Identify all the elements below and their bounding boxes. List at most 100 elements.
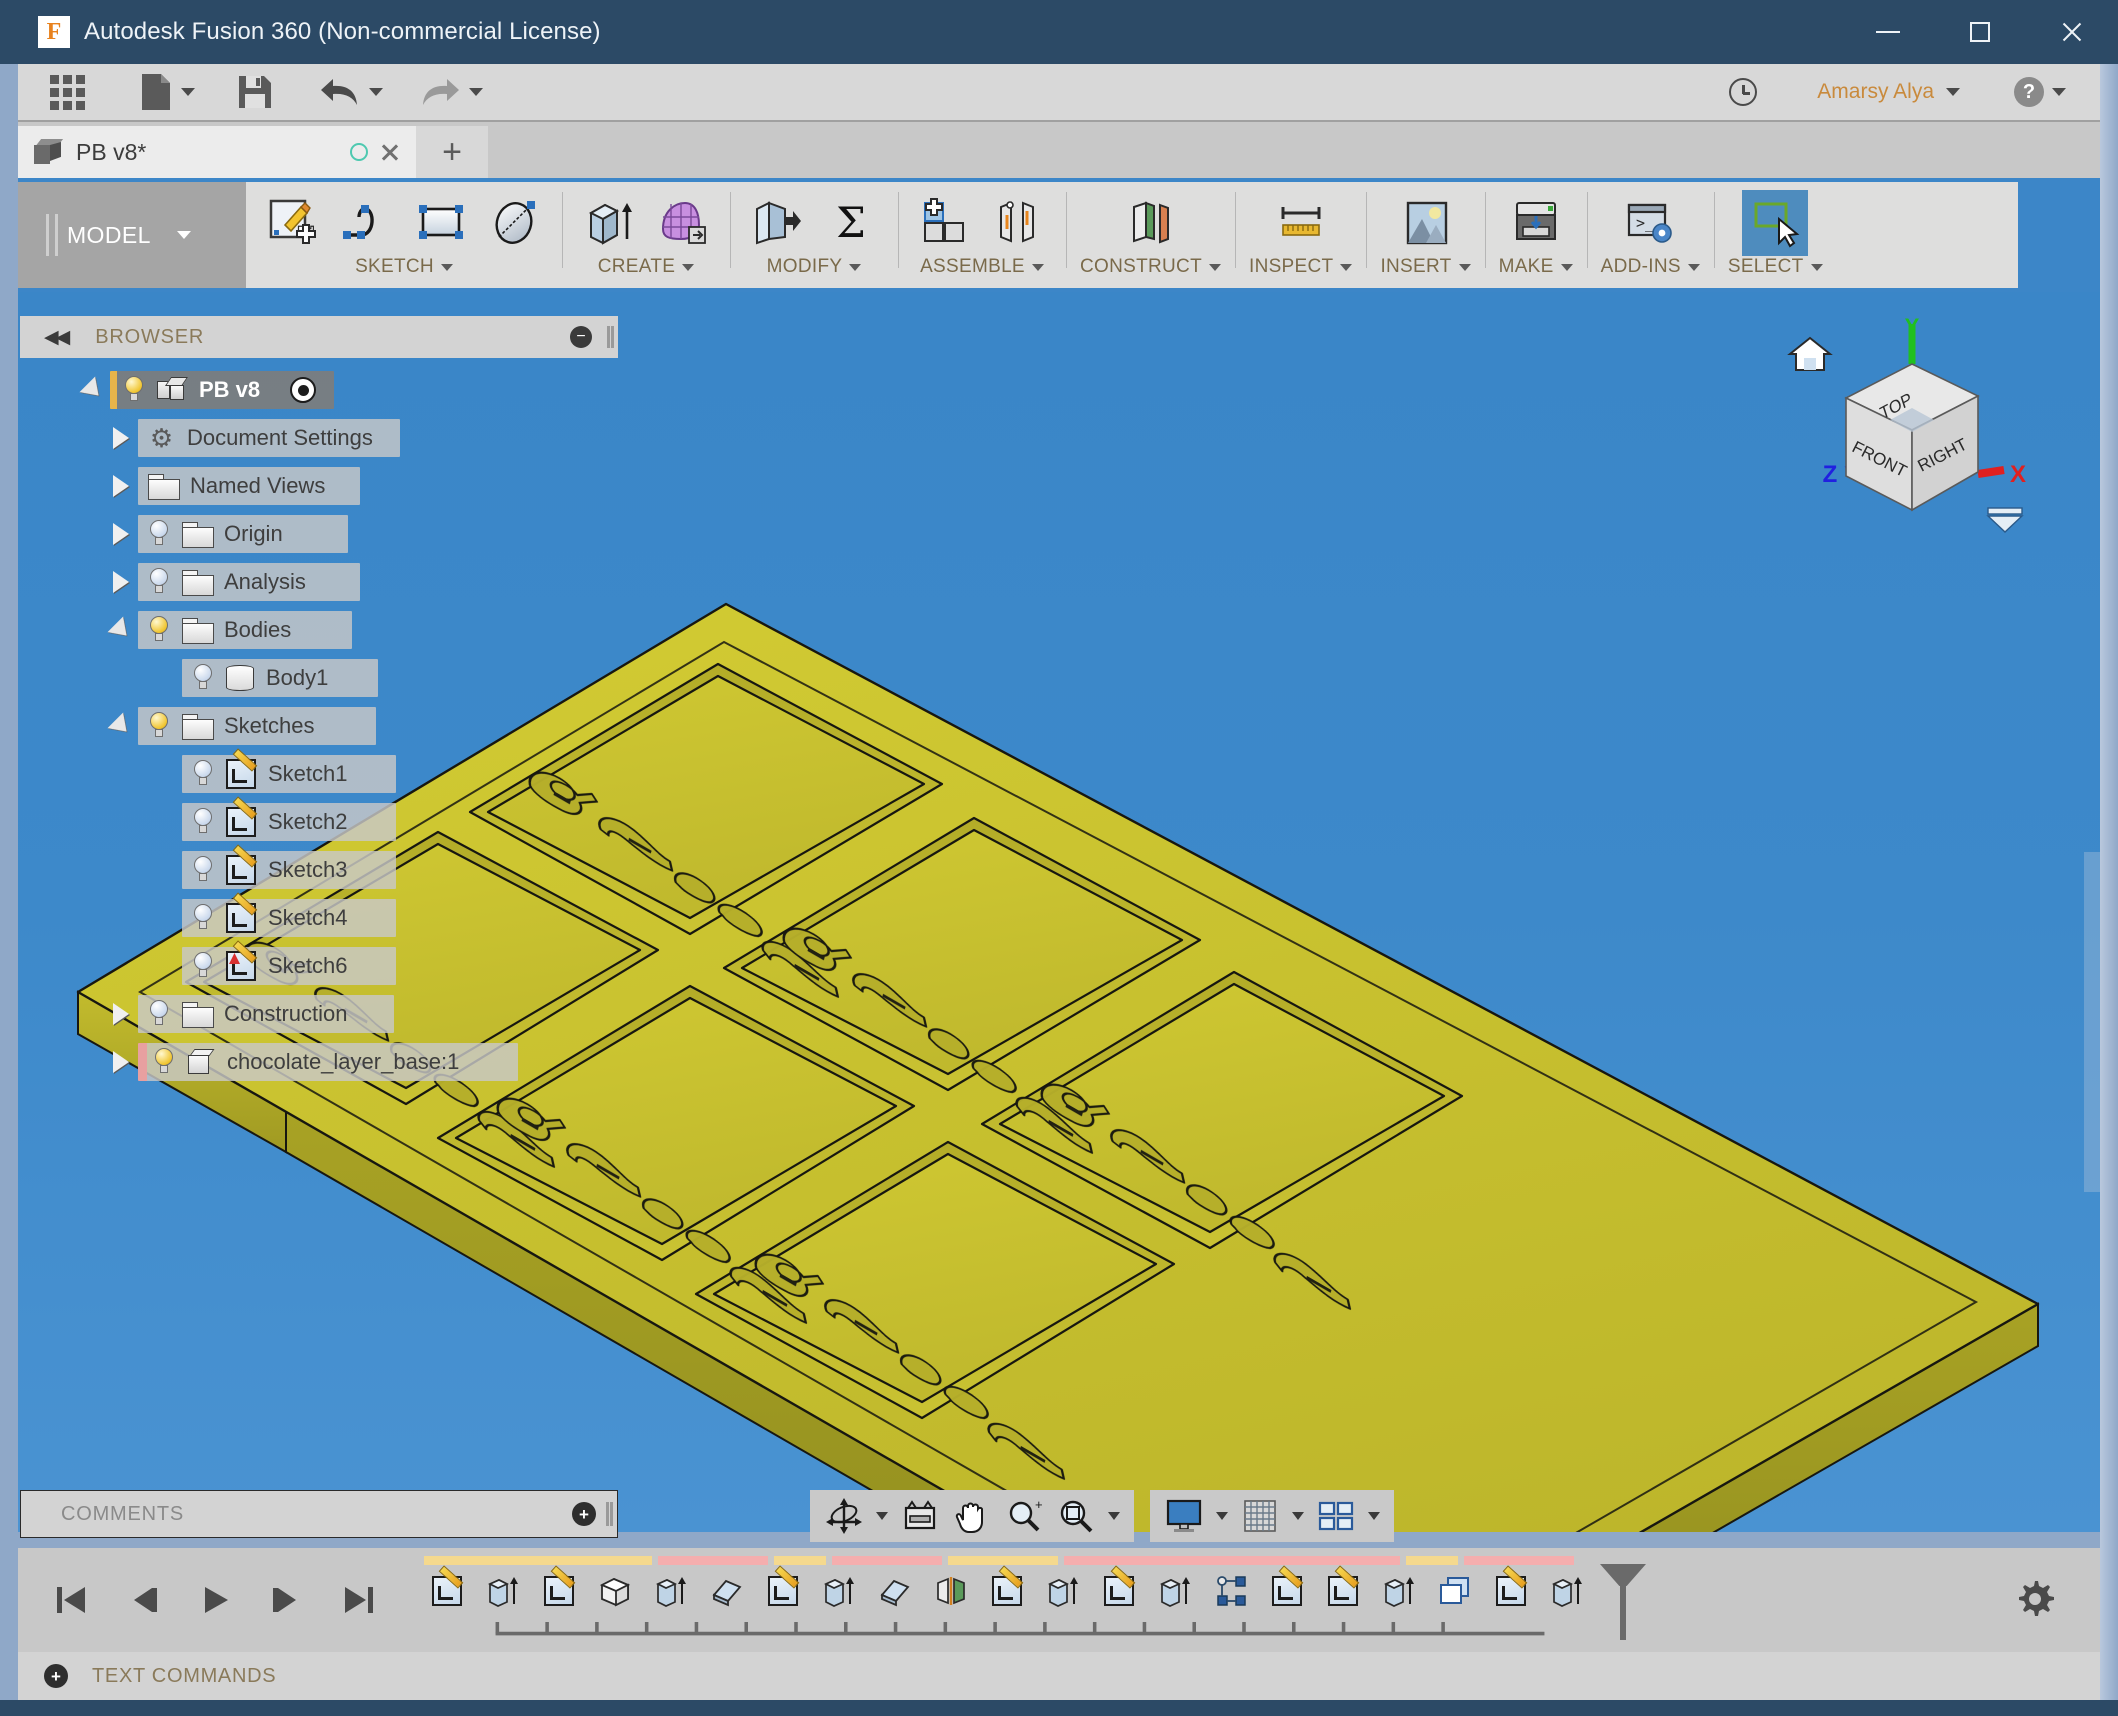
tree-row-body1[interactable]: Body1 <box>20 654 620 702</box>
tree-row-sketch1[interactable]: Sketch1 <box>20 750 620 798</box>
tree-row-origin[interactable]: Origin <box>20 510 620 558</box>
ribbon-group-label-modify[interactable]: MODIFY <box>767 256 862 278</box>
grid-dropdown-icon[interactable] <box>1292 1512 1304 1520</box>
view-cube[interactable]: Y X Z TOP FRONT RIGHT <box>1782 312 2042 542</box>
tree-row-pb-v8[interactable]: PB v8 <box>20 366 620 414</box>
tree-item-body1[interactable]: Body1 <box>182 659 378 697</box>
tree-item-sketch1[interactable]: Sketch1 <box>182 755 396 793</box>
visibility-bulb-icon[interactable] <box>148 568 170 596</box>
timeline-settings-button[interactable] <box>2012 1576 2058 1622</box>
comments-resize-grip[interactable] <box>606 1502 609 1526</box>
ribbon-group-label-assemble[interactable]: ASSEMBLE <box>920 256 1044 278</box>
tree-row-sketches[interactable]: Sketches <box>20 702 620 750</box>
ribbon-group-label-addins[interactable]: ADD-INS <box>1601 256 1700 278</box>
visibility-bulb-icon[interactable] <box>192 808 214 836</box>
press-pull-button[interactable] <box>744 190 810 256</box>
browser-collapse-button[interactable]: − <box>570 326 592 348</box>
timeline-feature-extrude[interactable] <box>480 1568 526 1614</box>
new-document-button[interactable] <box>129 63 205 121</box>
orbit-dropdown-icon[interactable] <box>876 1512 888 1520</box>
tree-row-document-settings[interactable]: ⚙ Document Settings <box>20 414 620 462</box>
orbit-button[interactable] <box>820 1493 868 1539</box>
viewports-dropdown-icon[interactable] <box>1368 1512 1380 1520</box>
visibility-bulb-icon[interactable] <box>192 952 214 980</box>
ribbon-group-label-make[interactable]: MAKE <box>1499 256 1573 278</box>
user-account-menu[interactable]: Amarsy Alya <box>1807 63 1970 121</box>
timeline-feature-track[interactable] <box>424 1554 2100 1646</box>
extrude-button[interactable] <box>576 190 642 256</box>
tree-item-sketch6[interactable]: Sketch6 <box>182 947 396 985</box>
timeline-feature-fillet[interactable] <box>704 1568 750 1614</box>
tree-row-named-views[interactable]: Named Views <box>20 462 620 510</box>
timeline-feature-sketch[interactable] <box>424 1568 470 1614</box>
go-to-beginning-button[interactable] <box>48 1577 94 1623</box>
timeline-feature-sketch[interactable] <box>760 1568 806 1614</box>
twisty-expanded[interactable] <box>76 382 110 398</box>
visibility-bulb-icon[interactable] <box>192 904 214 932</box>
go-to-end-button[interactable] <box>336 1577 382 1623</box>
joint-button[interactable] <box>986 190 1052 256</box>
tree-row-sketch6[interactable]: Sketch6 <box>20 942 620 990</box>
ribbon-group-label-sketch[interactable]: SKETCH <box>355 256 453 278</box>
twisty-expanded[interactable] <box>104 622 138 638</box>
visibility-bulb-icon[interactable] <box>148 712 170 740</box>
timeline-feature-sketch[interactable] <box>536 1568 582 1614</box>
add-comment-icon[interactable]: + <box>572 1502 596 1526</box>
ribbon-group-label-construct[interactable]: CONSTRUCT <box>1080 256 1221 278</box>
text-commands-bar[interactable]: + TEXT COMMANDS <box>18 1652 2100 1700</box>
ribbon-group-label-create[interactable]: CREATE <box>598 256 694 278</box>
timeline-playhead[interactable] <box>1620 1564 1626 1640</box>
viewports-button[interactable] <box>1312 1493 1360 1539</box>
activate-component-radio[interactable] <box>290 377 316 403</box>
visibility-bulb-icon[interactable] <box>153 1048 175 1076</box>
visibility-bulb-icon[interactable] <box>148 1000 170 1028</box>
comments-panel[interactable]: COMMENTS + <box>20 1490 618 1538</box>
fit-dropdown-icon[interactable] <box>1108 1512 1120 1520</box>
timeline-feature-extrude[interactable] <box>1376 1568 1422 1614</box>
tree-item-sketch2[interactable]: Sketch2 <box>182 803 396 841</box>
timeline-feature-sketch[interactable] <box>984 1568 1030 1614</box>
visibility-bulb-icon[interactable] <box>123 376 145 404</box>
maximize-button[interactable] <box>1934 0 2026 64</box>
visibility-bulb-icon[interactable] <box>148 520 170 548</box>
create-form-button[interactable] <box>650 190 716 256</box>
document-tab[interactable]: PB v8* <box>18 126 416 178</box>
close-tab-icon[interactable] <box>380 142 400 162</box>
visibility-bulb-icon[interactable] <box>148 616 170 644</box>
select-tool-button[interactable] <box>1742 190 1808 256</box>
fit-button[interactable] <box>1052 1493 1100 1539</box>
tree-item-analysis[interactable]: Analysis <box>138 563 360 601</box>
app-grid-icon[interactable] <box>18 63 95 121</box>
tree-item-origin[interactable]: Origin <box>138 515 348 553</box>
spline-button[interactable] <box>334 190 400 256</box>
home-icon[interactable] <box>1790 338 1830 370</box>
timeline-feature-extrude[interactable] <box>648 1568 694 1614</box>
undo-button[interactable] <box>309 63 393 121</box>
tree-item-pb-v8[interactable]: PB v8 <box>110 371 334 409</box>
minimize-button[interactable] <box>1842 0 1934 64</box>
timeline-feature-extrude[interactable] <box>816 1568 862 1614</box>
timeline-feature-mirror[interactable] <box>928 1568 974 1614</box>
tree-row-sketch2[interactable]: Sketch2 <box>20 798 620 846</box>
timeline-feature-fillet[interactable] <box>872 1568 918 1614</box>
visibility-bulb-icon[interactable] <box>192 760 214 788</box>
twisty-collapsed[interactable] <box>104 523 138 545</box>
step-forward-button[interactable] <box>264 1577 310 1623</box>
tree-row-bodies[interactable]: Bodies <box>20 606 620 654</box>
grid-snaps-button[interactable] <box>1236 1493 1284 1539</box>
timeline-feature-sketch[interactable] <box>1320 1568 1366 1614</box>
expand-text-commands-icon[interactable]: + <box>44 1664 68 1688</box>
tree-item-sketches[interactable]: Sketches <box>138 707 376 745</box>
view-dropdown-icon[interactable] <box>1988 508 2022 532</box>
zoom-button[interactable]: + <box>1000 1493 1048 1539</box>
help-menu[interactable]: ? <box>2004 63 2076 121</box>
rectangle-button[interactable] <box>408 190 474 256</box>
timeline-feature-extrude[interactable] <box>1152 1568 1198 1614</box>
tree-row-analysis[interactable]: Analysis <box>20 558 620 606</box>
tree-row-construction[interactable]: Construction <box>20 990 620 1038</box>
tree-item-document-settings[interactable]: ⚙ Document Settings <box>138 419 400 457</box>
tree-item-chocolate-layer-base[interactable]: chocolate_layer_base:1 <box>138 1043 518 1081</box>
offset-plane-button[interactable] <box>1117 190 1183 256</box>
tree-item-bodies[interactable]: Bodies <box>138 611 352 649</box>
browser-resize-grip[interactable] <box>607 326 610 348</box>
